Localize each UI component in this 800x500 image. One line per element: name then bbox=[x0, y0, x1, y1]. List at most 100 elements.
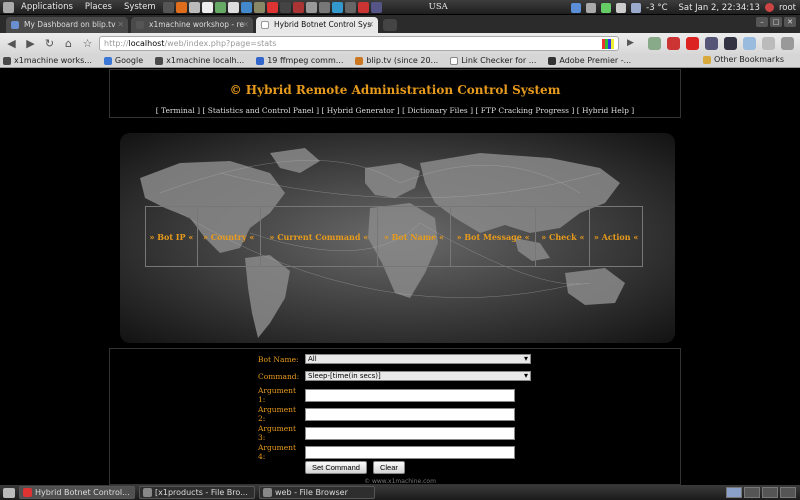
clear-button[interactable]: Clear bbox=[372, 461, 405, 474]
argument-1-input[interactable] bbox=[305, 388, 515, 402]
column-bot-name[interactable]: » Bot Name « bbox=[378, 207, 451, 266]
argument-4-row: Argument 4: bbox=[258, 443, 515, 461]
folder-icon bbox=[703, 55, 712, 64]
column-bot-message[interactable]: » Bot Message « bbox=[451, 207, 537, 266]
docs-launcher-icon[interactable] bbox=[305, 1, 317, 13]
workspace-3[interactable] bbox=[762, 487, 778, 498]
column-action[interactable]: » Action « bbox=[590, 207, 642, 266]
bookmark-item[interactable]: Adobe Premier -... bbox=[548, 56, 631, 65]
back-arrow-icon[interactable]: ◀ bbox=[4, 36, 19, 51]
temperature-label[interactable]: -3 °C bbox=[646, 3, 667, 13]
bookmark-star-icon[interactable]: ☆ bbox=[80, 36, 95, 51]
other-bookmarks-folder[interactable]: Other Bookmarks bbox=[703, 55, 784, 64]
system-menu[interactable]: System bbox=[118, 2, 162, 12]
tab-hybrid-botnet[interactable]: Hybrid Botnet Control Sys ✕ bbox=[256, 17, 378, 33]
bookmark-item[interactable]: 19 ffmpeg comm... bbox=[256, 56, 343, 65]
column-country[interactable]: » Country « bbox=[198, 207, 261, 266]
monitor-launcher-icon[interactable] bbox=[370, 1, 382, 13]
fileroller-launcher-icon[interactable] bbox=[188, 1, 200, 13]
workspace-4[interactable] bbox=[780, 487, 796, 498]
wifi-icon[interactable] bbox=[601, 2, 612, 13]
argument-2-input[interactable] bbox=[305, 407, 515, 421]
firefox-launcher-icon[interactable] bbox=[175, 1, 187, 13]
bookmark-favicon-icon bbox=[3, 56, 11, 65]
workspace-2[interactable] bbox=[744, 487, 760, 498]
ip-extension-icon[interactable] bbox=[724, 37, 737, 50]
set-command-button[interactable]: Set Command bbox=[305, 461, 367, 474]
mixer-launcher-icon[interactable] bbox=[292, 1, 304, 13]
close-tab-icon[interactable]: ✕ bbox=[242, 17, 249, 33]
page-action-icon[interactable] bbox=[602, 39, 614, 49]
command-form: Bot Name: All Command: Sleep-[time(in se… bbox=[109, 348, 681, 485]
taskbar-item-file-browser[interactable]: [x1products - File Bro... bbox=[139, 486, 255, 499]
page-menu-icon[interactable] bbox=[762, 37, 775, 50]
terminal-launcher-icon[interactable] bbox=[162, 1, 174, 13]
chrome-launcher-icon[interactable] bbox=[266, 1, 278, 13]
tab-x1machine-workshop[interactable]: x1machine workshop - re ✕ bbox=[131, 17, 253, 33]
workspace-1[interactable] bbox=[726, 487, 742, 498]
bookmark-item[interactable]: Google bbox=[103, 56, 143, 65]
bot-name-select[interactable]: All bbox=[305, 354, 531, 364]
weather-icon[interactable] bbox=[631, 2, 642, 13]
forward-arrow-icon[interactable]: ▶ bbox=[23, 36, 38, 51]
go-arrow-icon[interactable]: ▶ bbox=[623, 36, 638, 51]
lastpass-extension-icon[interactable] bbox=[667, 37, 680, 50]
bookmark-item[interactable]: Link Checker for ... bbox=[450, 56, 536, 65]
places-menu[interactable]: Places bbox=[79, 2, 118, 12]
column-bot-ip[interactable]: » Bot IP « bbox=[146, 207, 198, 266]
volume-icon[interactable] bbox=[616, 2, 627, 13]
translate-extension-icon[interactable] bbox=[648, 37, 661, 50]
column-current-command[interactable]: » Current Command « bbox=[261, 207, 379, 266]
shutdown-icon[interactable] bbox=[764, 3, 774, 12]
power-launcher-icon[interactable] bbox=[357, 1, 369, 13]
clock-launcher-icon[interactable] bbox=[227, 1, 239, 13]
pencil-launcher-icon[interactable] bbox=[214, 1, 226, 13]
taskbar-item-web-browser[interactable]: web - File Browser bbox=[259, 486, 375, 499]
bookmark-item[interactable]: x1machine localh... bbox=[155, 56, 244, 65]
gnome-bottom-panel: Hybrid Botnet Control... [x1products - F… bbox=[0, 485, 800, 500]
user-label[interactable]: root bbox=[779, 3, 796, 13]
tab-blip-dashboard[interactable]: My Dashboard on blip.tv ✕ bbox=[6, 17, 128, 33]
update-icon[interactable] bbox=[586, 2, 597, 13]
taskbar-label: Hybrid Botnet Control... bbox=[35, 488, 130, 497]
home-icon[interactable]: ⌂ bbox=[61, 36, 76, 51]
extension-icon[interactable] bbox=[743, 37, 756, 50]
close-window-icon[interactable]: ✕ bbox=[784, 17, 796, 27]
taskbar-label: [x1products - File Bro... bbox=[155, 488, 248, 497]
media-launcher-icon[interactable] bbox=[331, 1, 343, 13]
document-launcher-icon[interactable] bbox=[201, 1, 213, 13]
reload-icon[interactable]: ↻ bbox=[42, 36, 57, 51]
applications-menu[interactable]: Applications bbox=[15, 2, 79, 12]
close-tab-icon[interactable]: ✕ bbox=[117, 17, 124, 33]
extension-icon[interactable] bbox=[705, 37, 718, 50]
download-icon[interactable] bbox=[571, 2, 582, 13]
argument-4-input[interactable] bbox=[305, 445, 515, 459]
nav-links[interactable]: [ Terminal ] [ Statistics and Control Pa… bbox=[110, 106, 680, 115]
settings-launcher-icon[interactable] bbox=[344, 1, 356, 13]
command-select[interactable]: Sleep-[time(in secs)] bbox=[305, 371, 531, 381]
network-launcher-icon[interactable] bbox=[318, 1, 330, 13]
camera-launcher-icon[interactable] bbox=[279, 1, 291, 13]
command-label: Command: bbox=[258, 371, 300, 381]
show-desktop-icon[interactable] bbox=[3, 487, 15, 498]
argument-3-input[interactable] bbox=[305, 426, 515, 440]
url-host: localhost bbox=[128, 39, 165, 48]
taskbar-item-chrome[interactable]: Hybrid Botnet Control... bbox=[19, 486, 135, 499]
url-scheme: http:// bbox=[104, 39, 129, 48]
address-bar[interactable]: http://localhost/web/index.php?page=stat… bbox=[99, 36, 619, 51]
wrench-menu-icon[interactable] bbox=[781, 37, 794, 50]
bookmark-item[interactable]: x1machine works... bbox=[3, 56, 92, 65]
clock[interactable]: Sat Jan 2, 22:34:13 bbox=[679, 3, 760, 13]
youtube-extension-icon[interactable] bbox=[686, 37, 699, 50]
gimp-launcher-icon[interactable] bbox=[253, 1, 265, 13]
gnome-foot-icon[interactable] bbox=[3, 1, 14, 13]
maximize-icon[interactable]: □ bbox=[770, 17, 782, 27]
bookmark-item[interactable]: blip.tv (since 20... bbox=[355, 56, 438, 65]
close-tab-icon[interactable]: ✕ bbox=[367, 17, 374, 33]
bolt-launcher-icon[interactable] bbox=[240, 1, 252, 13]
new-tab-button[interactable] bbox=[383, 19, 397, 31]
argument-4-label: Argument 4: bbox=[258, 443, 297, 461]
folder-icon bbox=[263, 488, 272, 497]
minimize-icon[interactable]: – bbox=[756, 17, 768, 27]
column-check[interactable]: » Check « bbox=[536, 207, 591, 266]
